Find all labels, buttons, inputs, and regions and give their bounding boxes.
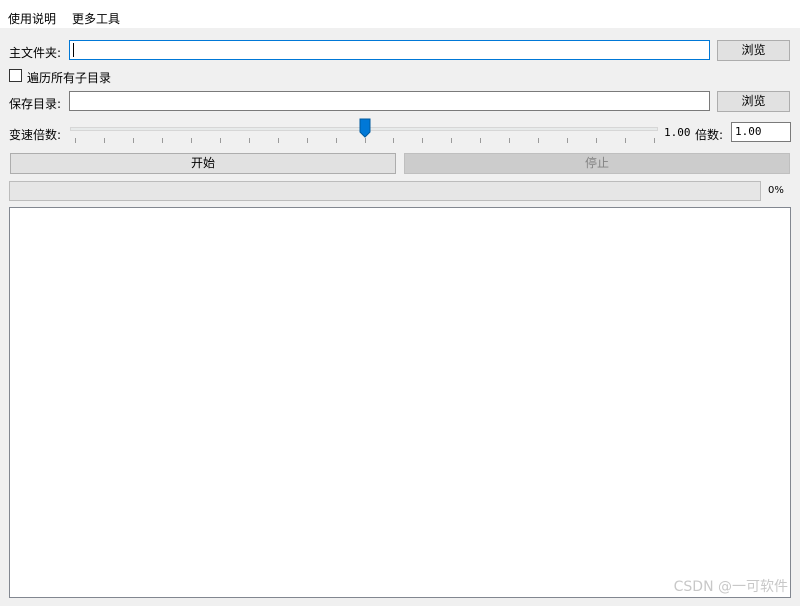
save-dir-browse-button[interactable]: 浏览 xyxy=(717,91,790,112)
slider-tick xyxy=(190,138,192,143)
slider-tick xyxy=(654,138,655,143)
main-folder-browse-button[interactable]: 浏览 xyxy=(717,40,790,61)
save-dir-label: 保存目录: xyxy=(9,97,62,111)
progress-percent: 0% xyxy=(768,185,784,196)
slider-tick xyxy=(277,138,279,143)
slider-tick xyxy=(75,138,76,143)
slider-thumb[interactable] xyxy=(359,118,371,138)
slider-tick xyxy=(103,138,105,143)
menu-help[interactable]: 使用说明 xyxy=(8,10,56,27)
save-dir-input[interactable] xyxy=(69,91,710,111)
multiplier-input-value: 1.00 xyxy=(735,125,762,138)
menu-more-tools[interactable]: 更多工具 xyxy=(72,10,120,27)
slider-tick xyxy=(219,138,221,143)
log-output-area[interactable] xyxy=(9,207,791,598)
progress-bar xyxy=(9,181,761,201)
menu-bar: 使用说明 更多工具 xyxy=(0,0,800,28)
speed-label: 变速倍数: xyxy=(9,128,62,142)
slider-tick xyxy=(422,138,424,143)
slider-tick xyxy=(132,138,134,143)
multiplier-label: 倍数: xyxy=(695,128,724,142)
slider-tick xyxy=(393,138,395,143)
recurse-subdirs-label[interactable]: 遍历所有子目录 xyxy=(27,69,111,86)
speed-value-display: 1.00 xyxy=(664,126,691,139)
stop-button[interactable]: 停止 xyxy=(404,153,790,174)
slider-tick xyxy=(335,138,337,143)
slider-tick xyxy=(451,138,453,143)
slider-tick xyxy=(248,138,250,143)
slider-tick xyxy=(306,138,308,143)
slider-tick xyxy=(509,138,511,143)
multiplier-input[interactable]: 1.00 xyxy=(731,122,791,142)
watermark: CSDN @一可软件 xyxy=(673,579,788,595)
main-folder-input[interactable] xyxy=(69,40,710,60)
start-button[interactable]: 开始 xyxy=(10,153,396,174)
main-folder-label: 主文件夹: xyxy=(9,46,62,60)
slider-tick xyxy=(161,138,163,143)
slider-tick xyxy=(596,138,598,143)
slider-tick xyxy=(567,138,569,143)
slider-tick xyxy=(625,138,627,143)
recurse-subdirs-checkbox[interactable] xyxy=(9,69,22,82)
slider-tick xyxy=(538,138,540,143)
slider-tick xyxy=(480,138,482,143)
text-caret xyxy=(73,43,74,57)
slider-tick xyxy=(364,138,366,143)
